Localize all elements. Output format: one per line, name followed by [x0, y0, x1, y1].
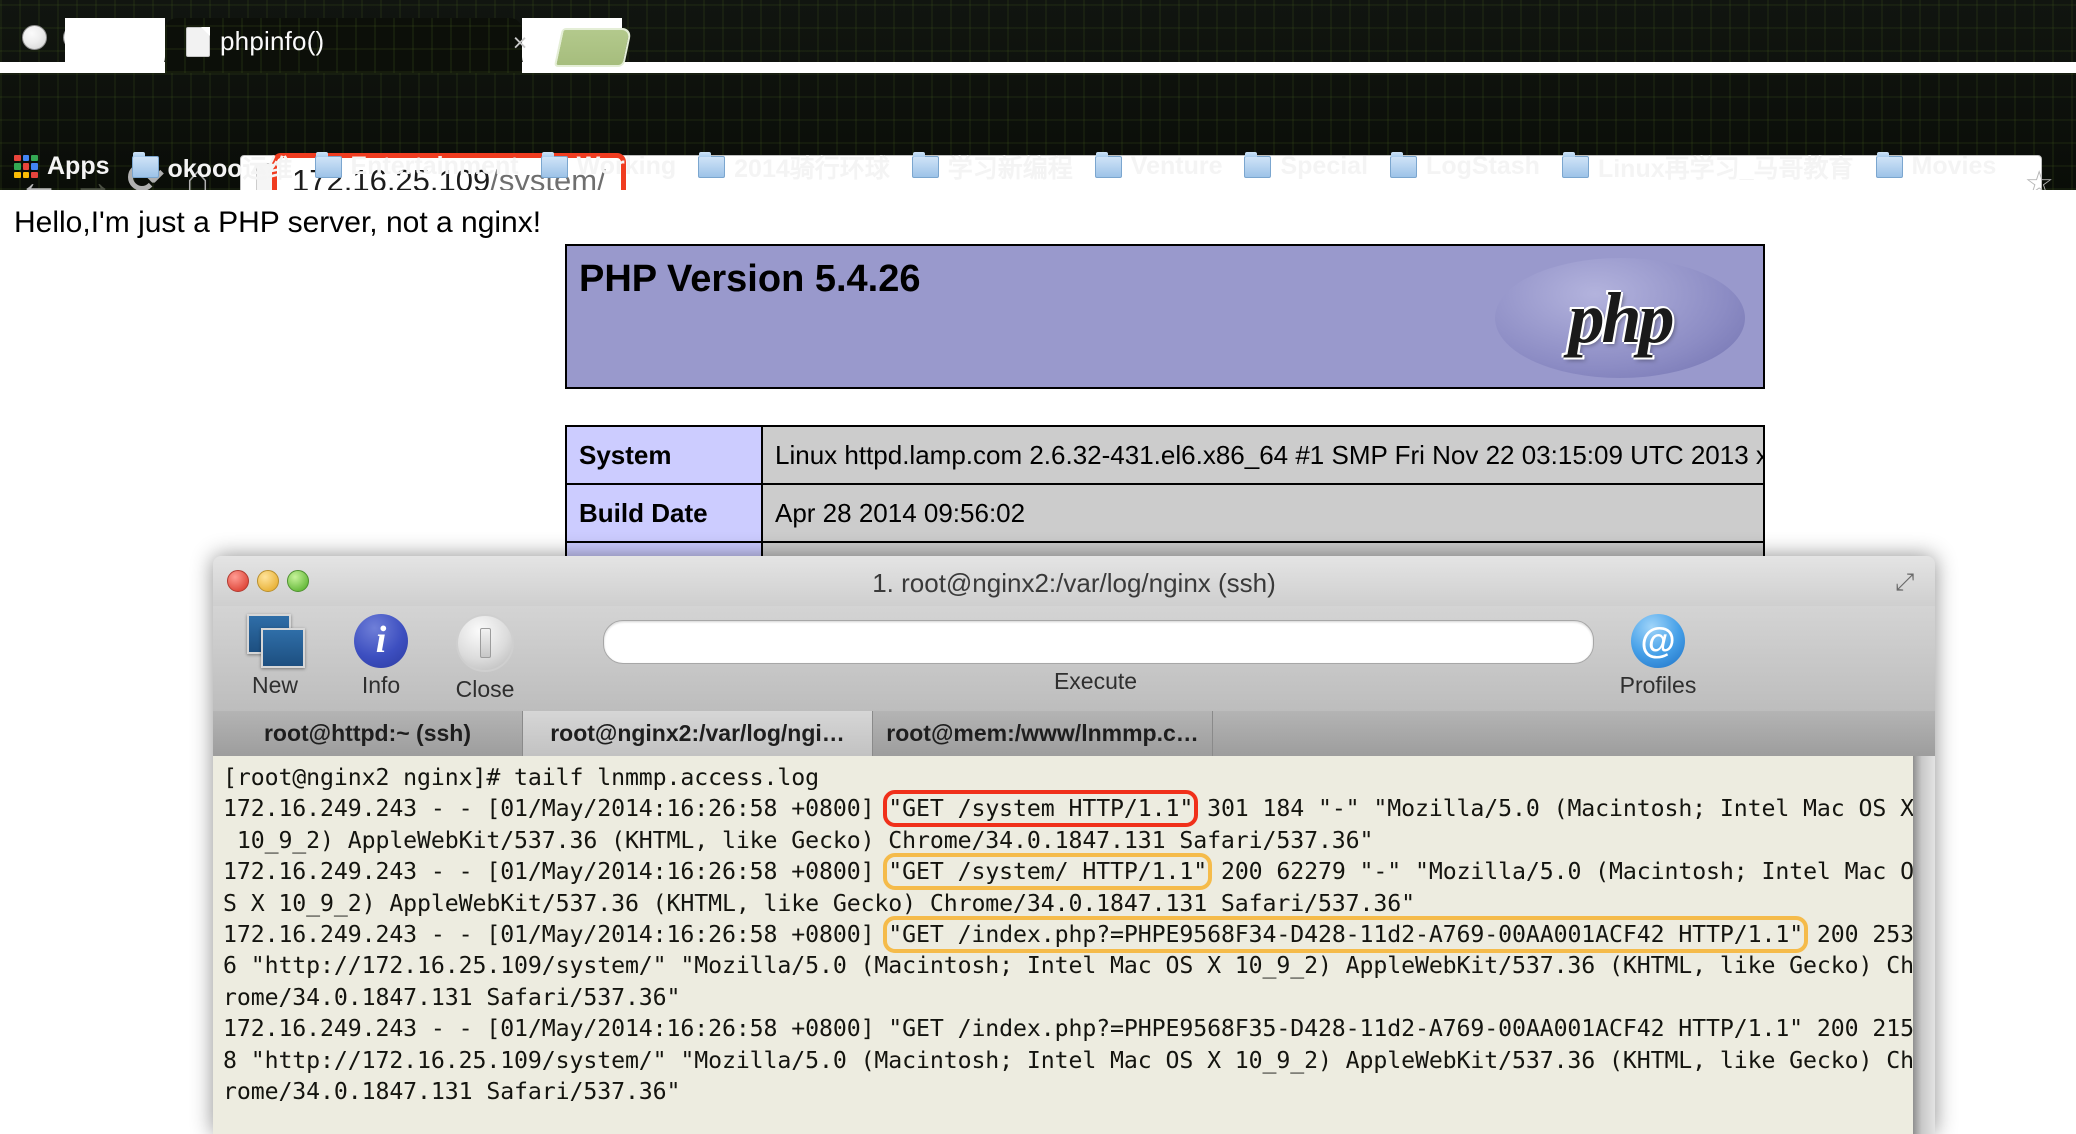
- bookmarks-bar: Apps okooo运维 Entertainment Working 2014骑…: [0, 143, 2076, 190]
- log-line-3-wrap2: rome/34.0.1847.131 Safari/537.36": [223, 983, 681, 1011]
- table-value: Linux httpd.lamp.com 2.6.32-431.el6.x86_…: [761, 425, 1765, 485]
- bookmark-item[interactable]: Venture: [1094, 151, 1223, 181]
- table-key: System: [565, 425, 763, 485]
- php-logo-icon: php: [1495, 258, 1745, 378]
- info-icon: i: [354, 614, 408, 668]
- log-line-2-wrap: S X 10_9_2) AppleWebKit/537.36 (KHTML, l…: [223, 889, 1415, 917]
- close-button[interactable]: Close: [435, 614, 535, 703]
- execute-input[interactable]: [603, 620, 1594, 664]
- terminal-tab-bar: root@httpd:~ (ssh) root@nginx2:/var/log/…: [213, 711, 1935, 757]
- bookmark-item[interactable]: 2014骑行环球: [698, 149, 890, 185]
- php-logo-text: php: [1568, 277, 1674, 358]
- new-button[interactable]: New: [225, 614, 325, 699]
- terminal-titlebar: 1. root@nginx2:/var/log/nginx (ssh) ⤢: [213, 556, 1935, 607]
- new-tab-button[interactable]: [553, 28, 633, 67]
- log-line-4: 172.16.249.243 - - [01/May/2014:16:26:58…: [223, 1015, 1913, 1043]
- bookmark-item[interactable]: Entertainment: [314, 151, 519, 181]
- close-button-label: Close: [455, 676, 515, 702]
- folder-icon: [314, 151, 342, 178]
- folder-icon: [1390, 151, 1418, 178]
- bookmark-item[interactable]: 学习新编程: [911, 149, 1073, 185]
- bookmark-label: Working: [576, 152, 677, 180]
- bookmark-label: Special: [1280, 152, 1369, 180]
- terminal-tab-mem[interactable]: root@mem:/www/lnmmp.c…: [873, 711, 1213, 756]
- apps-grid-icon: [14, 154, 38, 179]
- profiles-button-label: Profiles: [1619, 672, 1697, 698]
- bookmark-item[interactable]: Movies: [1875, 151, 1997, 181]
- new-window-icon: [247, 614, 305, 668]
- new-button-label: New: [251, 672, 298, 698]
- bookmark-label: Venture: [1130, 152, 1223, 180]
- bookmark-label: 2014骑行环球: [734, 154, 890, 183]
- folder-icon: [1561, 151, 1589, 178]
- browser-chrome: phpinfo() × ← → ⟳ ⌂ 172.16.25.109/system…: [0, 0, 2076, 209]
- bookmark-label: okooo运维: [167, 154, 293, 183]
- close-icon[interactable]: ×: [508, 31, 532, 56]
- browser-tab-label: phpinfo(): [220, 26, 325, 56]
- terminal-toolbar: New i Info Close Execute @ Profiles: [213, 606, 1935, 712]
- expand-icon[interactable]: ⤢: [1895, 569, 1921, 596]
- terminal-scrollbar[interactable]: [1913, 756, 1935, 1134]
- profiles-button[interactable]: @ Profiles: [1608, 614, 1708, 699]
- navigation-bar: ← → ⟳ ⌂ 172.16.25.109/system/ ☆: [0, 73, 2076, 209]
- folder-icon: [1094, 151, 1122, 178]
- log-line-1-post: 301 184 "-" "Mozilla/5.0 (Macintosh; Int…: [1193, 795, 1913, 823]
- terminal-output[interactable]: [root@nginx2 nginx]# tailf lnmmp.access.…: [213, 756, 1913, 1134]
- bookmark-label: Movies: [1911, 152, 1997, 180]
- at-sign-icon: @: [1631, 614, 1685, 668]
- folder-icon: [1244, 151, 1272, 178]
- execute-label: Execute: [1053, 668, 1138, 694]
- log-line-3-highlight: "GET /index.php?=PHPE9568F34-D428-11d2-A…: [883, 916, 1809, 954]
- bookmark-label: 学习新编程: [947, 154, 1073, 183]
- log-line-2-pre: 172.16.249.243 - - [01/May/2014:16:26:58…: [223, 858, 889, 886]
- bookmark-item[interactable]: Linux再学习_马哥教育: [1561, 149, 1854, 185]
- table-row: System Linux httpd.lamp.com 2.6.32-431.e…: [565, 425, 1765, 485]
- bookmark-label: Linux再学习_马哥教育: [1597, 154, 1854, 183]
- bookmark-label: LogStash: [1426, 152, 1540, 180]
- folder-icon: [1875, 151, 1903, 178]
- info-button-label: Info: [361, 672, 401, 698]
- bookmark-apps-label: Apps: [47, 152, 110, 180]
- terminal-window: 1. root@nginx2:/var/log/nginx (ssh) ⤢ Ne…: [213, 556, 1935, 1134]
- window-close-button[interactable]: [22, 25, 47, 50]
- folder-icon: [540, 151, 568, 178]
- bookmark-item[interactable]: Working: [540, 151, 677, 181]
- bookmark-item[interactable]: LogStash: [1390, 151, 1540, 181]
- log-line-2-post: 200 62279 "-" "Mozilla/5.0 (Macintosh; I…: [1207, 858, 1913, 886]
- bookmark-apps[interactable]: Apps: [14, 152, 110, 181]
- folder-icon: [911, 151, 939, 178]
- page-icon: [186, 27, 210, 57]
- log-line-1-pre: 172.16.249.243 - - [01/May/2014:16:26:58…: [223, 795, 889, 823]
- terminal-title: 1. root@nginx2:/var/log/nginx (ssh): [872, 568, 1276, 598]
- terminal-tab-nginx2[interactable]: root@nginx2:/var/log/ngi…: [523, 711, 873, 756]
- log-line-1-wrap: 10_9_2) AppleWebKit/537.36 (KHTML, like …: [223, 826, 1374, 854]
- table-value: Apr 28 2014 09:56:02: [761, 483, 1765, 543]
- log-line-1-highlight: "GET /system HTTP/1.1": [883, 790, 1199, 828]
- table-key: Build Date: [565, 483, 763, 543]
- log-line-4-wrap2: rome/34.0.1847.131 Safari/537.36": [223, 1078, 681, 1106]
- folder-icon: [131, 151, 159, 178]
- bookmark-label: Entertainment: [350, 152, 519, 180]
- page-greeting: Hello,I'm just a PHP server, not a nginx…: [14, 206, 542, 239]
- log-line-2-highlight: "GET /system/ HTTP/1.1": [883, 853, 1213, 891]
- browser-tab-phpinfo[interactable]: [165, 18, 522, 73]
- table-row: Build Date Apr 28 2014 09:56:02: [565, 483, 1765, 543]
- log-line-3-post: 200 253: [1803, 921, 1913, 949]
- phpinfo-banner: PHP Version 5.4.26 php: [565, 244, 1765, 389]
- close-session-icon: [456, 614, 514, 672]
- info-button[interactable]: i Info: [331, 614, 431, 699]
- bookmark-item[interactable]: okooo运维: [131, 149, 293, 185]
- terminal-prompt-line: [root@nginx2 nginx]# tailf lnmmp.access.…: [223, 764, 819, 791]
- log-line-4-wrap1: 8 "http://172.16.25.109/system/" "Mozill…: [223, 1046, 1913, 1074]
- terminal-tab-httpd[interactable]: root@httpd:~ (ssh): [213, 711, 523, 756]
- folder-icon: [698, 151, 726, 178]
- bookmark-item[interactable]: Special: [1244, 151, 1369, 181]
- log-line-3-pre: 172.16.249.243 - - [01/May/2014:16:26:58…: [223, 921, 889, 949]
- terminal-tab-filler: [1213, 711, 1935, 756]
- log-line-3-wrap1: 6 "http://172.16.25.109/system/" "Mozill…: [223, 952, 1913, 980]
- php-version-heading: PHP Version 5.4.26: [579, 258, 921, 300]
